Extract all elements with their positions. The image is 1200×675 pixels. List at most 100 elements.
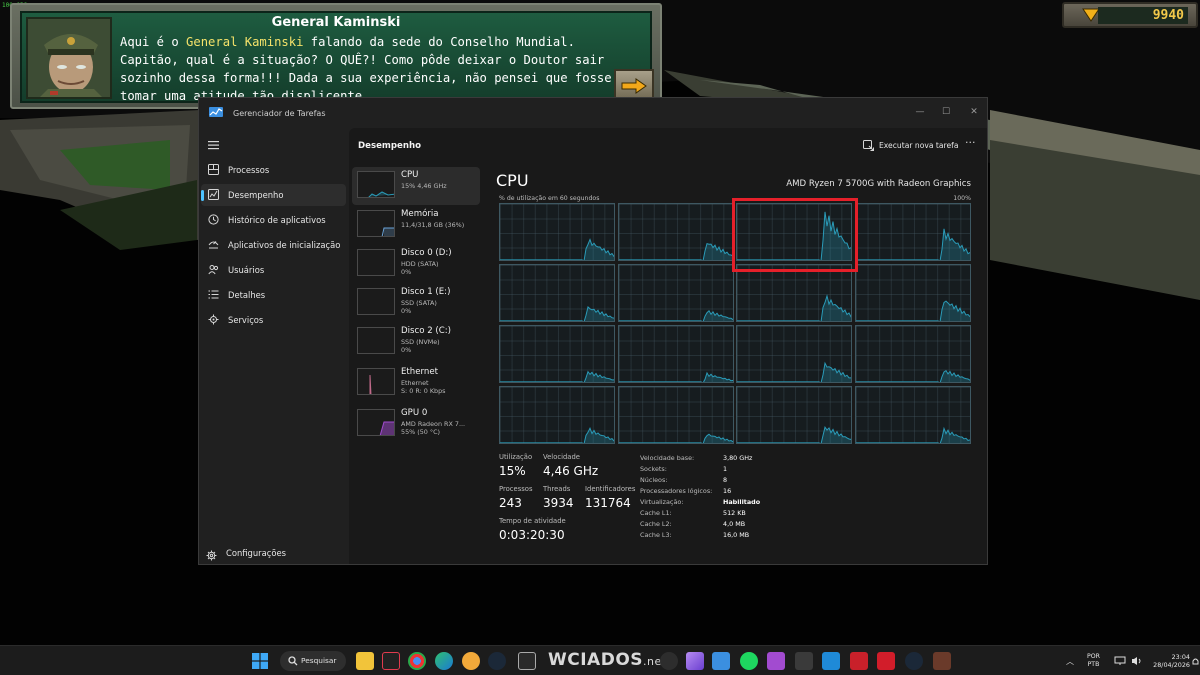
services-icon	[208, 314, 219, 325]
resource-cpu[interactable]: CPU 15% 4,46 GHz	[352, 167, 480, 205]
game-dialog: General Kaminski Aqui é o General Kamins…	[10, 3, 662, 109]
steam-icon-1[interactable]	[488, 652, 506, 670]
resource-ethernet[interactable]: Ethernet Ethernet S: 0 R: 0 Kbps	[352, 364, 480, 402]
app-icon-16[interactable]	[850, 652, 868, 670]
arrow-right-icon	[621, 78, 647, 94]
sidebar-label: Processos	[228, 165, 270, 175]
gpu-mini-graph	[357, 409, 395, 436]
sidebar-label: Serviços	[228, 315, 264, 325]
main-content: Desempenho Executar nova tarefa ··· CPU …	[349, 128, 987, 564]
history-icon	[208, 214, 219, 225]
file-explorer-icon[interactable]	[356, 652, 374, 670]
spec-value: 1	[723, 465, 728, 473]
core-usage-area	[737, 295, 852, 321]
resource-memoria[interactable]: Memória 11,4/31,8 GB (36%)	[352, 206, 480, 244]
language-indicator[interactable]: POR PTB	[1087, 653, 1100, 669]
app-icon-5[interactable]	[462, 652, 480, 670]
core-graph-grid	[499, 198, 973, 445]
spec-key: Sockets:	[640, 465, 667, 473]
vscode-icon[interactable]	[822, 652, 840, 670]
processes-icon	[208, 164, 219, 175]
core-graph-4	[854, 203, 971, 261]
edge-icon[interactable]	[435, 652, 453, 670]
spec-key: Cache L3:	[640, 531, 672, 539]
threads-value: 3934	[543, 496, 574, 510]
core-usage-area	[500, 306, 614, 321]
core-graph-6	[617, 264, 734, 322]
memory-mini-graph	[357, 210, 395, 237]
clock-time: 23:04	[1171, 653, 1190, 661]
run-task-label: Executar nova tarefa	[879, 141, 959, 150]
title-bar[interactable]: Gerenciador de Tarefas — ☐ ✕	[199, 98, 987, 128]
opera-gx-icon[interactable]	[382, 652, 400, 670]
resource-detail: Ethernet	[401, 379, 429, 387]
notification-bell-icon[interactable]	[1192, 657, 1199, 666]
task-manager-window: Gerenciador de Tarefas — ☐ ✕ Processos D…	[198, 97, 988, 565]
sidebar-item-desempenho[interactable]: Desempenho	[201, 184, 346, 206]
sidebar-item-historico[interactable]: Histórico de aplicativos	[201, 209, 346, 231]
hamburger-menu-icon[interactable]	[208, 140, 220, 150]
core-graph-10	[617, 325, 734, 383]
dialog-panel: General Kaminski Aqui é o General Kamins…	[20, 11, 654, 103]
task-manager-taskbar-icon[interactable]	[712, 652, 730, 670]
identificadores-label: Identificadores	[585, 485, 636, 493]
resource-gpu-0[interactable]: GPU 0 AMD Radeon RX 7... 55% (50 °C)	[352, 405, 480, 443]
clock-date: 28/04/2026	[1153, 661, 1190, 669]
run-task-icon	[863, 140, 874, 151]
epic-games-icon[interactable]	[518, 652, 536, 670]
sidebar-item-inicializacao[interactable]: Aplicativos de inicialização	[201, 234, 346, 256]
steam-icon-2[interactable]	[905, 652, 923, 670]
sidebar-item-servicos[interactable]: Serviços	[201, 309, 346, 331]
chevron-up-icon[interactable]: ︿	[1066, 656, 1076, 666]
utilizacao-label: Utilização	[499, 453, 533, 461]
core-graph-5	[499, 264, 615, 322]
volume-icon[interactable]	[1131, 656, 1143, 666]
sidebar-item-detalhes[interactable]: Detalhes	[201, 284, 346, 306]
core-graph-16	[854, 386, 971, 444]
resource-detail: SSD (NVMe)	[401, 338, 440, 346]
core-graph-1	[499, 203, 615, 261]
spec-value: 4,0 MB	[723, 520, 746, 528]
amd-software-icon[interactable]	[877, 652, 895, 670]
disk0-mini-graph	[357, 249, 395, 276]
game-icon[interactable]	[933, 652, 951, 670]
chrome-icon[interactable]	[408, 652, 426, 670]
processos-value: 243	[499, 496, 522, 510]
visual-studio-icon[interactable]	[767, 652, 785, 670]
resource-name: GPU 0	[401, 408, 428, 418]
spec-value: 16,0 MB	[723, 531, 750, 539]
ethernet-mini-graph	[357, 368, 395, 395]
sidebar: Processos Desempenho Histórico de aplica…	[199, 128, 349, 564]
close-button[interactable]: ✕	[959, 102, 989, 122]
app-icon-14[interactable]	[795, 652, 813, 670]
spotify-icon[interactable]	[740, 652, 758, 670]
utilizacao-value: 15%	[499, 464, 526, 478]
core-usage-area	[618, 310, 733, 321]
settings-button[interactable]: Configurações	[206, 546, 286, 565]
resource-usage: 0%	[401, 268, 412, 276]
taskbar-search[interactable]: Pesquisar	[280, 651, 346, 671]
startup-icon	[208, 241, 219, 249]
page-title: Desempenho	[358, 141, 421, 151]
resource-disco-2[interactable]: Disco 2 (C:) SSD (NVMe) 0%	[352, 323, 480, 361]
search-icon	[288, 656, 298, 666]
core-usage-area	[737, 363, 852, 382]
sidebar-item-processos[interactable]: Processos	[201, 159, 346, 181]
core-graph-9	[499, 325, 615, 383]
resource-name: Disco 0 (D:)	[401, 248, 452, 258]
windows-start-icon[interactable]	[252, 653, 268, 669]
sidebar-item-usuarios[interactable]: Usuários	[201, 259, 346, 281]
resource-disco-1[interactable]: Disco 1 (E:) SSD (SATA) 0%	[352, 284, 480, 322]
app-icon-9[interactable]	[660, 652, 678, 670]
app-icon-10[interactable]	[686, 652, 704, 670]
taskbar: Pesquisar WCIADOS.net ︿ POR PTB 23:04 28…	[0, 645, 1200, 675]
more-options-button[interactable]: ···	[965, 136, 976, 149]
maximize-button[interactable]: ☐	[931, 102, 961, 122]
core-graph-8	[854, 264, 971, 322]
dialog-text-pre: Aqui é o	[120, 35, 187, 49]
velocidade-value: 4,46 GHz	[543, 464, 599, 478]
resource-disco-0[interactable]: Disco 0 (D:) HDD (SATA) 0%	[352, 245, 480, 283]
clock[interactable]: 23:04 28/04/2026	[1150, 653, 1190, 669]
network-icon[interactable]	[1114, 656, 1126, 666]
resource-name: Disco 1 (E:)	[401, 287, 451, 297]
